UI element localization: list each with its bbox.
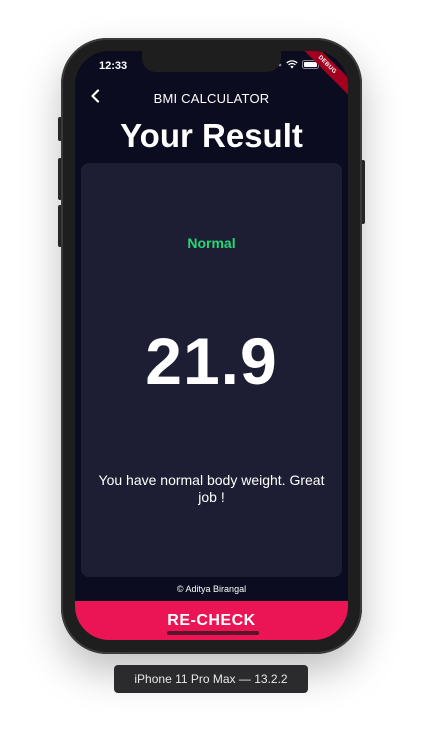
credit-text: © Aditya Birangal	[176, 584, 247, 594]
result-card: Normal 21.9 You have normal body weight.…	[81, 163, 342, 577]
wifi-icon	[286, 60, 298, 69]
recheck-button-label: RE-CHECK	[167, 612, 256, 629]
home-indicator	[167, 631, 259, 635]
status-time: 12:33	[99, 60, 128, 72]
app-title: BMI CALCULATOR	[153, 91, 270, 106]
app-bar: BMI CALCULATOR	[75, 84, 348, 114]
bmi-value: 21.9	[145, 324, 278, 398]
result-status-label: Normal	[187, 235, 236, 251]
notch	[142, 51, 281, 72]
result-message: You have normal body weight. Great job !	[98, 472, 325, 505]
device-label: iPhone 11 Pro Max — 13.2.2	[114, 665, 308, 693]
simulator-stage: 12:33 DEBUG BMI CALCULATOR Your Result N…	[0, 0, 423, 729]
page-title: Your Result	[120, 117, 303, 154]
app-screen: 12:33 DEBUG BMI CALCULATOR Your Result N…	[75, 51, 348, 640]
